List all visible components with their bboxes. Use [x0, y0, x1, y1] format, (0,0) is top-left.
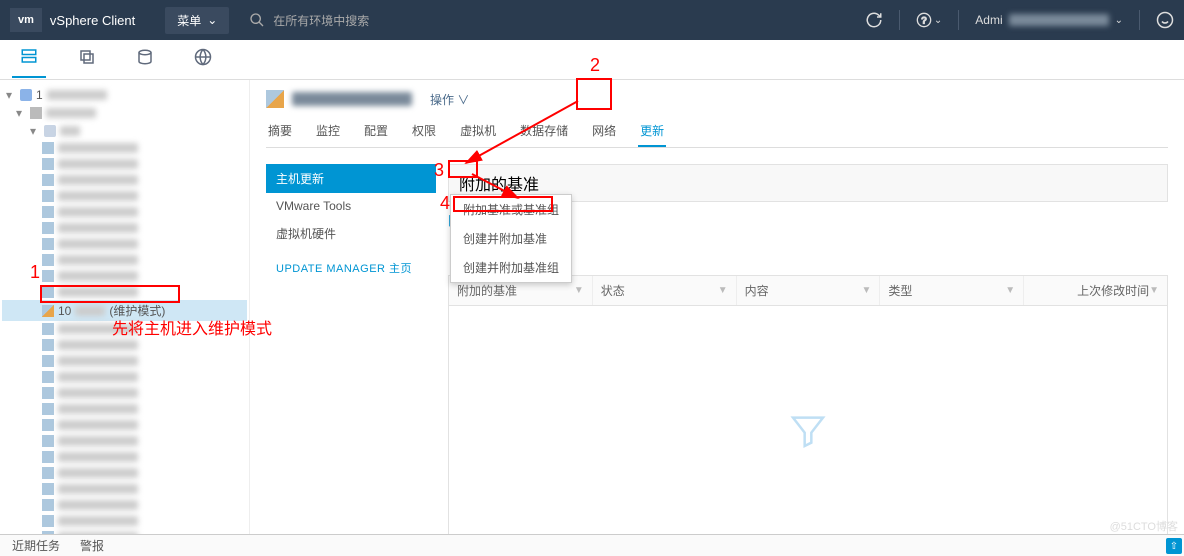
menu-label: 菜单 [177, 12, 201, 29]
menu-host-updates[interactable]: 主机更新 [266, 164, 436, 193]
tree-datacenter[interactable]: ▾ [2, 104, 247, 122]
filter-icon[interactable]: ▼ [1149, 285, 1159, 296]
tree-host[interactable] [2, 385, 247, 401]
tree-host[interactable] [2, 156, 247, 172]
storage-icon[interactable] [128, 42, 162, 77]
tree-host[interactable] [2, 513, 247, 529]
menu-vm-hardware[interactable]: 虚拟机硬件 [266, 219, 436, 248]
tree-host[interactable] [2, 188, 247, 204]
baselines-panel: 附加的基准 附加 ⌄ 转储 修复 附加基准或基准组 创建并附加基准 创建并附加基… [448, 164, 1168, 538]
filter-icon[interactable]: ▼ [718, 285, 728, 296]
dd-create-attach-group[interactable]: 创建并附加基准组 [451, 253, 571, 282]
tree-host[interactable] [2, 433, 247, 449]
host-maintenance-icon [266, 90, 284, 108]
filter-icon[interactable]: ▼ [574, 285, 584, 296]
tree-host[interactable] [2, 236, 247, 252]
chevron-down-icon: ⌄ [207, 13, 217, 27]
actions-dropdown[interactable]: 操作 ∨ [430, 91, 469, 108]
search-icon [249, 12, 265, 28]
menu-vmware-tools[interactable]: VMware Tools [266, 193, 436, 219]
tree-host[interactable] [2, 401, 247, 417]
tab-permissions[interactable]: 权限 [410, 116, 438, 147]
filter-icon[interactable]: ▼ [861, 285, 871, 296]
tree-host[interactable] [2, 353, 247, 369]
tab-configure[interactable]: 配置 [362, 116, 390, 147]
main-area: ▾1 ▾ ▾ 10 (维护模式) [0, 80, 1184, 538]
update-side-menu: 主机更新 VMware Tools 虚拟机硬件 UPDATE MANAGER 主… [266, 164, 436, 538]
smiley-icon[interactable] [1156, 11, 1174, 29]
tab-updates[interactable]: 更新 [638, 116, 666, 147]
vmware-logo: vm [10, 8, 42, 32]
tree-host[interactable] [2, 497, 247, 513]
grid-body-empty [448, 306, 1168, 538]
header-right: ? ⌄ Admi ⌄ [865, 10, 1174, 30]
tree-host[interactable] [2, 465, 247, 481]
tree-host[interactable] [2, 369, 247, 385]
watermark: @51CTO博客 [1110, 518, 1178, 534]
user-menu[interactable]: Admi ⌄ [975, 13, 1123, 27]
tree-vcenter[interactable]: ▾1 [2, 86, 247, 104]
update-manager-home-link[interactable]: UPDATE MANAGER 主页 [266, 248, 436, 288]
tree-host[interactable] [2, 140, 247, 156]
user-prefix: Admi [975, 13, 1002, 27]
global-search[interactable]: 在所有环境中搜索 [249, 12, 369, 29]
chevron-down-icon: ⌄ [1115, 15, 1123, 26]
help-icon[interactable]: ? ⌄ [916, 12, 942, 28]
detail-tabs: 摘要 监控 配置 权限 虚拟机 数据存储 网络 更新 [266, 116, 1168, 148]
tab-datastores[interactable]: 数据存储 [518, 116, 570, 147]
refresh-icon[interactable] [865, 11, 883, 29]
alarms-tab[interactable]: 警报 [80, 537, 104, 554]
col-type[interactable]: 类型▼ [880, 276, 1024, 305]
tree-host[interactable] [2, 449, 247, 465]
update-content: 主机更新 VMware Tools 虚拟机硬件 UPDATE MANAGER 主… [266, 164, 1168, 538]
vms-templates-icon[interactable] [70, 42, 104, 77]
tree-host[interactable] [2, 481, 247, 497]
tree-host[interactable] [2, 172, 247, 188]
dd-attach-baseline[interactable]: 附加基准或基准组 [451, 195, 571, 224]
hosts-clusters-icon[interactable] [12, 41, 46, 78]
annotation-text: 先将主机进入维护模式 [112, 315, 272, 339]
tab-networks[interactable]: 网络 [590, 116, 618, 147]
tree-host[interactable] [2, 204, 247, 220]
host-title-row: 操作 ∨ [266, 90, 1168, 108]
tree-host[interactable] [2, 284, 247, 300]
menu-button[interactable]: 菜单 ⌄ [165, 7, 229, 34]
tree-host[interactable] [2, 252, 247, 268]
funnel-icon [788, 411, 828, 451]
tree-host[interactable] [2, 337, 247, 353]
svg-text:?: ? [921, 15, 926, 25]
tab-summary[interactable]: 摘要 [266, 116, 294, 147]
host-name-blur [292, 92, 412, 106]
bottom-tasks-bar: 近期任务 警报 [0, 534, 1184, 556]
top-header: vm vSphere Client 菜单 ⌄ 在所有环境中搜索 ? ⌄ Admi… [0, 0, 1184, 40]
tab-vms[interactable]: 虚拟机 [458, 116, 498, 147]
attach-dropdown-menu: 附加基准或基准组 创建并附加基准 创建并附加基准组 [450, 194, 572, 283]
inventory-tabs [0, 40, 1184, 80]
user-blur [1009, 14, 1109, 26]
host-maintenance-icon [42, 305, 54, 317]
tree-host[interactable] [2, 220, 247, 236]
inventory-tree[interactable]: ▾1 ▾ ▾ 10 (维护模式) [0, 80, 250, 538]
content-pane: 操作 ∨ 摘要 监控 配置 权限 虚拟机 数据存储 网络 更新 主机更新 VMw… [250, 80, 1184, 538]
col-modified[interactable]: 上次修改时间▼ [1024, 276, 1167, 305]
app-name: vSphere Client [50, 13, 135, 28]
col-content[interactable]: 内容▼ [737, 276, 881, 305]
scroll-top-button[interactable]: ⇧ [1166, 538, 1182, 554]
tree-host[interactable] [2, 417, 247, 433]
tree-host[interactable] [2, 268, 247, 284]
filter-icon[interactable]: ▼ [1005, 285, 1015, 296]
col-status[interactable]: 状态▼ [593, 276, 737, 305]
networking-icon[interactable] [186, 42, 220, 77]
recent-tasks-tab[interactable]: 近期任务 [12, 537, 60, 554]
tree-cluster[interactable]: ▾ [2, 122, 247, 140]
tab-monitor[interactable]: 监控 [314, 116, 342, 147]
dd-create-attach-baseline[interactable]: 创建并附加基准 [451, 224, 571, 253]
search-placeholder: 在所有环境中搜索 [273, 12, 369, 29]
